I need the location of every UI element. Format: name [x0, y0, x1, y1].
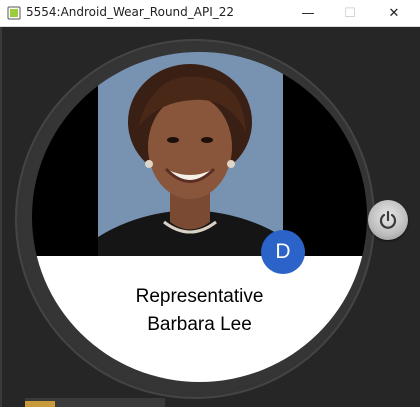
power-icon [379, 210, 397, 229]
representative-name: Barbara Lee [147, 314, 252, 335]
power-button[interactable] [368, 200, 408, 240]
taskbar-strip [25, 398, 165, 407]
taskbar-indicator [25, 401, 55, 407]
portrait-illustration [98, 52, 283, 262]
close-button[interactable]: ✕ [374, 0, 414, 26]
portrait-photo[interactable] [98, 52, 283, 262]
info-panel: Representative Barbara Lee [32, 256, 367, 382]
minimize-button[interactable]: — [288, 0, 328, 26]
representative-title: Representative [135, 286, 264, 307]
window-edge [0, 27, 2, 407]
party-badge: D [261, 230, 305, 274]
maximize-button[interactable]: ☐ [330, 0, 370, 26]
watch-screen[interactable]: Representative Barbara Lee [32, 52, 367, 382]
android-emulator-icon [7, 6, 21, 20]
window-titlebar[interactable]: 5554:Android_Wear_Round_API_22 — ☐ ✕ [0, 0, 420, 27]
window-title: 5554:Android_Wear_Round_API_22 [26, 5, 235, 19]
